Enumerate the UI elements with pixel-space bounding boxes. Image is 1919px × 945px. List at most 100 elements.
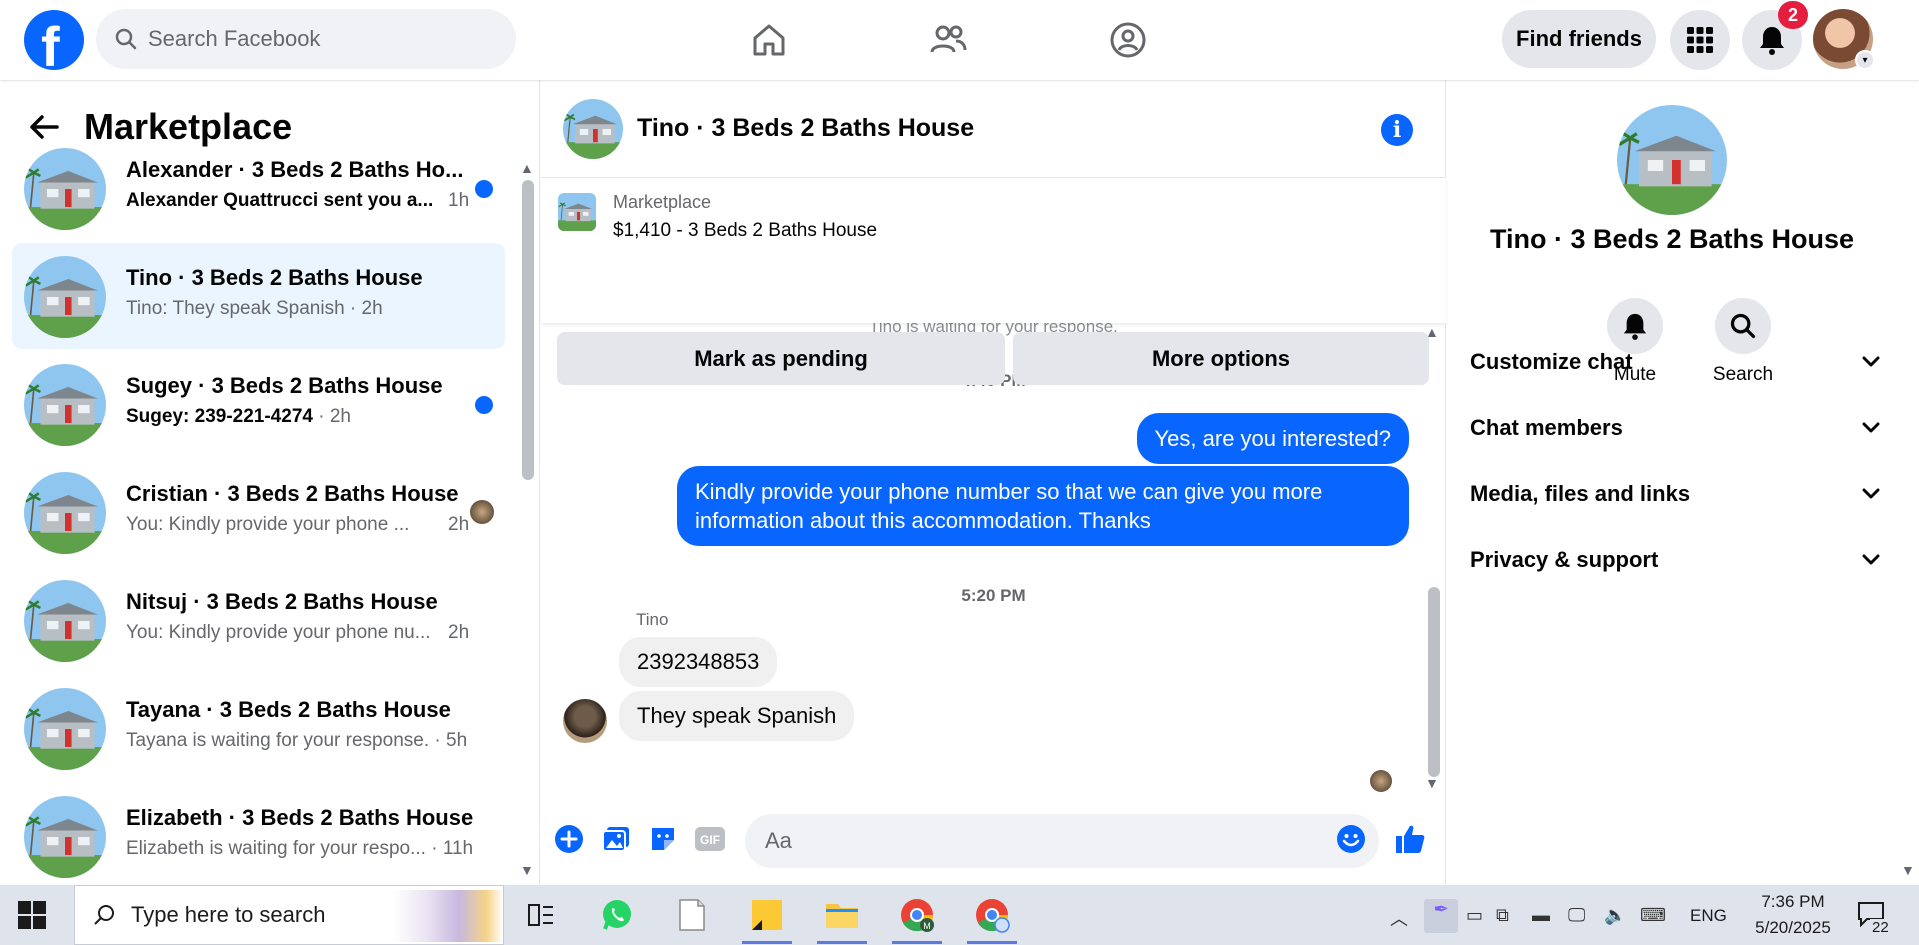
listing-thumbnail[interactable] bbox=[24, 688, 106, 770]
details-section-toggle[interactable]: Customize chat bbox=[1470, 342, 1880, 382]
display-icon[interactable]: ⧉ bbox=[1496, 905, 1509, 926]
top-navigation-bar: f Find friends 2 ▾ bbox=[0, 0, 1919, 80]
seen-indicator-avatar bbox=[470, 500, 494, 524]
marketplace-conversation-list: Marketplace Alexander · 3 Beds 2 Baths H… bbox=[0, 80, 540, 885]
preview-text: You: Kindly provide your phone nu... bbox=[126, 622, 431, 643]
section-label: Chat members bbox=[1470, 415, 1623, 440]
groups-icon[interactable] bbox=[1102, 14, 1154, 66]
whatsapp-icon[interactable] bbox=[594, 893, 640, 937]
thumbs-up-icon[interactable] bbox=[1393, 822, 1427, 856]
scroll-down-arrow-icon[interactable]: ▼ bbox=[520, 862, 534, 878]
listing-thumbnail[interactable] bbox=[24, 472, 106, 554]
preview-text: Alexander Quattrucci sent you a... bbox=[126, 190, 434, 211]
details-section-toggle[interactable]: Chat members bbox=[1470, 408, 1880, 448]
chevron-down-icon[interactable] bbox=[1862, 422, 1880, 434]
keyboard-icon[interactable]: ⌨ bbox=[1640, 905, 1666, 926]
unread-dot bbox=[475, 396, 493, 414]
scrollbar[interactable] bbox=[522, 180, 534, 480]
listing-thumbnail[interactable] bbox=[24, 256, 106, 338]
gif-icon[interactable]: GIF bbox=[693, 822, 727, 856]
chevron-down-icon[interactable]: ▾ bbox=[1855, 50, 1875, 70]
conversation-item[interactable]: Alexander · 3 Beds 2 Baths Ho... Alexande… bbox=[12, 135, 505, 241]
clock-time[interactable]: 7:36 PM bbox=[1753, 892, 1833, 912]
seen-indicator-avatar bbox=[1370, 770, 1392, 792]
chevron-down-icon[interactable] bbox=[1862, 488, 1880, 500]
conversation-item[interactable]: Elizabeth · 3 Beds 2 Baths House Elizabet… bbox=[12, 783, 505, 885]
preview-text: You: Kindly provide your phone ... bbox=[126, 514, 410, 535]
conversation-item[interactable]: Sugey · 3 Beds 2 Baths House Sugey: 239-2… bbox=[12, 351, 505, 457]
info-icon[interactable]: i bbox=[1381, 114, 1413, 146]
chevron-up-icon[interactable]: ︿ bbox=[1390, 905, 1408, 931]
file-explorer-icon[interactable] bbox=[819, 893, 865, 937]
pen-icon[interactable]: ✒ bbox=[1424, 899, 1458, 933]
listing-thumbnail[interactable] bbox=[24, 796, 106, 878]
received-message[interactable]: They speak Spanish bbox=[619, 691, 855, 741]
listing-thumbnail-large[interactable] bbox=[1617, 105, 1727, 215]
clock-date[interactable]: 5/20/2025 bbox=[1743, 918, 1843, 938]
scrollbar[interactable] bbox=[1428, 587, 1440, 777]
sent-message[interactable]: Yes, are you interested? bbox=[1136, 413, 1409, 464]
details-section-toggle[interactable]: Media, files and links bbox=[1470, 474, 1880, 514]
listing-label: Marketplace bbox=[613, 192, 712, 212]
preview-text: Sugey: 239-221-4274 bbox=[126, 406, 313, 427]
find-friends-button[interactable]: Find friends bbox=[1502, 10, 1656, 68]
svg-text:GIF: GIF bbox=[700, 833, 720, 847]
message-input[interactable] bbox=[745, 814, 1379, 868]
details-title[interactable]: Tino · 3 Beds 2 Baths House bbox=[1447, 224, 1897, 255]
taskbar-search-input[interactable] bbox=[131, 886, 391, 944]
windows-start-icon[interactable] bbox=[18, 901, 46, 929]
taskbar-search-box[interactable] bbox=[74, 885, 504, 945]
details-section-toggle[interactable]: Privacy & support bbox=[1470, 540, 1880, 580]
listing-thumbnail[interactable] bbox=[24, 580, 106, 662]
facebook-logo[interactable]: f bbox=[24, 10, 84, 78]
conversation-title: Tino · 3 Beds 2 Baths House bbox=[126, 265, 423, 290]
menu-grid-icon[interactable] bbox=[1670, 10, 1730, 70]
emoji-icon[interactable] bbox=[1334, 822, 1368, 856]
task-view-icon[interactable] bbox=[518, 893, 564, 937]
plus-icon[interactable] bbox=[552, 822, 586, 856]
chat-title[interactable]: Tino · 3 Beds 2 Baths House bbox=[637, 114, 974, 143]
conversation-item[interactable]: Nitsuj · 3 Beds 2 Baths House You: Kindly… bbox=[12, 567, 505, 673]
conversation-item[interactable]: Tayana · 3 Beds 2 Baths House Tayana is w… bbox=[12, 675, 505, 781]
listing-thumbnail[interactable] bbox=[24, 148, 106, 230]
home-icon[interactable] bbox=[743, 14, 795, 66]
active-app-indicator bbox=[967, 941, 1017, 944]
scroll-up-arrow-icon[interactable]: ▲ bbox=[520, 160, 534, 176]
section-label: Media, files and links bbox=[1470, 481, 1691, 506]
meet-now-icon[interactable]: ▭ bbox=[1466, 905, 1483, 926]
listing-thumbnail[interactable] bbox=[24, 364, 106, 446]
more-options-button[interactable]: More options bbox=[1013, 332, 1429, 385]
scroll-down-arrow-icon[interactable]: ▼ bbox=[1901, 862, 1915, 878]
facebook-search-box[interactable] bbox=[96, 9, 516, 69]
network-icon[interactable]: 🖵 bbox=[1568, 905, 1585, 926]
notepad-icon[interactable] bbox=[669, 893, 715, 937]
chrome-icon[interactable]: M bbox=[894, 893, 940, 937]
friends-icon[interactable] bbox=[922, 14, 974, 66]
listing-thumbnail-small[interactable] bbox=[558, 193, 596, 231]
sent-message[interactable]: Kindly provide your phone number so that… bbox=[677, 466, 1409, 546]
windows-taskbar: M ︿ ✒ ▭ ⧉ ▬ 🖵 🔈 ⌨ ENG 7:36 PM 5/20/2025 … bbox=[0, 885, 1919, 945]
sender-avatar[interactable] bbox=[563, 699, 607, 743]
sticker-icon[interactable] bbox=[646, 822, 680, 856]
conversation-preview: You: Kindly provide your phone nu... 2h bbox=[126, 622, 469, 644]
facebook-search-input[interactable] bbox=[148, 9, 498, 69]
search-icon bbox=[94, 905, 114, 925]
listing-price[interactable]: $1,410 - 3 Beds 2 Baths House bbox=[613, 220, 877, 242]
svg-text:M: M bbox=[923, 921, 931, 931]
listing-thumbnail[interactable] bbox=[563, 99, 623, 159]
received-message[interactable]: 2392348853 bbox=[619, 637, 778, 687]
chrome-profile-icon[interactable] bbox=[969, 893, 1015, 937]
chevron-down-icon[interactable] bbox=[1862, 554, 1880, 566]
photo-icon[interactable] bbox=[599, 822, 633, 856]
scroll-down-arrow-icon[interactable]: ▼ bbox=[1425, 775, 1439, 791]
volume-icon[interactable]: 🔈 bbox=[1604, 905, 1626, 926]
battery-icon[interactable]: ▬ bbox=[1532, 905, 1550, 926]
conversation-item[interactable]: Tino · 3 Beds 2 Baths House Tino: They sp… bbox=[12, 243, 505, 349]
chevron-down-icon[interactable] bbox=[1862, 356, 1880, 368]
message-composer: GIF bbox=[541, 798, 1446, 885]
sender-name: Tino bbox=[636, 610, 669, 629]
mark-as-pending-button[interactable]: Mark as pending bbox=[557, 332, 1005, 385]
sticky-notes-icon[interactable] bbox=[744, 893, 790, 937]
conversation-item[interactable]: Cristian · 3 Beds 2 Baths House You: Kind… bbox=[12, 459, 505, 565]
language-indicator[interactable]: ENG bbox=[1690, 906, 1727, 926]
